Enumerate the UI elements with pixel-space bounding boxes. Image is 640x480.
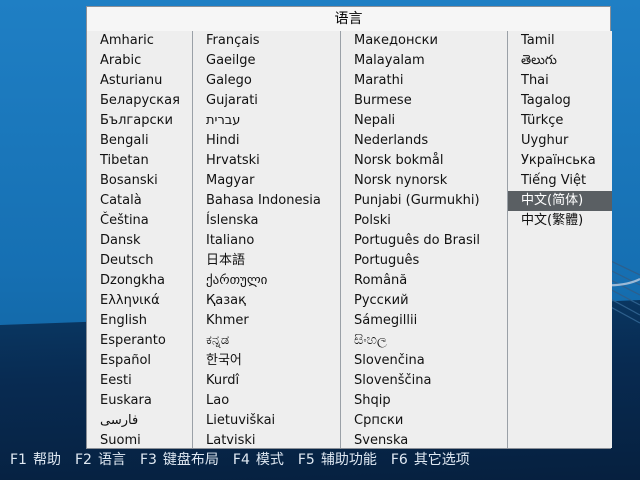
function-key-f4[interactable]: F4 模式 xyxy=(233,452,284,468)
language-item[interactable]: Shqip xyxy=(341,391,507,411)
language-item[interactable]: Khmer xyxy=(193,311,340,331)
language-item[interactable]: Asturianu xyxy=(87,71,192,91)
language-item[interactable]: Italiano xyxy=(193,231,340,251)
language-item[interactable]: Magyar xyxy=(193,171,340,191)
language-item[interactable]: Македонски xyxy=(341,31,507,51)
language-item[interactable]: Hrvatski xyxy=(193,151,340,171)
language-item[interactable]: Norsk bokmål xyxy=(341,151,507,171)
language-item[interactable]: Tiếng Việt xyxy=(508,171,612,191)
language-item[interactable]: Suomi xyxy=(87,431,192,451)
language-item[interactable]: Malayalam xyxy=(341,51,507,71)
language-item[interactable]: Русский xyxy=(341,291,507,311)
language-item[interactable]: Беларуская xyxy=(87,91,192,111)
language-item[interactable]: සිංහල xyxy=(341,331,507,351)
language-item[interactable]: Gaeilge xyxy=(193,51,340,71)
language-item[interactable]: Tibetan xyxy=(87,151,192,171)
language-item[interactable]: Français xyxy=(193,31,340,51)
language-item[interactable]: Galego xyxy=(193,71,340,91)
language-item[interactable]: Slovenčina xyxy=(341,351,507,371)
language-item[interactable]: Español xyxy=(87,351,192,371)
language-item[interactable]: فارسی xyxy=(87,411,192,431)
language-item[interactable]: Lao xyxy=(193,391,340,411)
language-item[interactable]: ქართული xyxy=(193,271,340,291)
language-item[interactable]: Gujarati xyxy=(193,91,340,111)
function-key-f6[interactable]: F6 其它选项 xyxy=(391,452,470,468)
language-item[interactable]: Euskara xyxy=(87,391,192,411)
function-key-f5[interactable]: F5 辅助功能 xyxy=(298,452,377,468)
language-column-2: Français Gaeilge Galego Gujarati עברית Hindi H… xyxy=(193,31,341,448)
function-key-f3[interactable]: F3 键盘布局 xyxy=(140,452,219,468)
language-item[interactable]: עברית xyxy=(193,111,340,131)
language-column-3: Македонски Malayalam Marathi Burmese Nepali N… xyxy=(341,31,508,448)
language-item[interactable]: Deutsch xyxy=(87,251,192,271)
function-key-label: 语言 xyxy=(97,452,126,468)
language-item[interactable]: Български xyxy=(87,111,192,131)
language-item[interactable]: Polski xyxy=(341,211,507,231)
language-item[interactable]: Thai xyxy=(508,71,612,91)
function-key-label: 帮助 xyxy=(32,452,61,468)
language-item[interactable]: Esperanto xyxy=(87,331,192,351)
language-item[interactable]: తెలుగు xyxy=(508,51,612,71)
language-item[interactable]: Čeština xyxy=(87,211,192,231)
language-item[interactable]: Punjabi (Gurmukhi) xyxy=(341,191,507,211)
language-item[interactable]: Português do Brasil xyxy=(341,231,507,251)
function-key-name: F6 xyxy=(390,452,408,468)
language-item[interactable]: Português xyxy=(341,251,507,271)
language-item[interactable]: Nederlands xyxy=(341,131,507,151)
language-item[interactable]: Română xyxy=(341,271,507,291)
function-key-name: F1 xyxy=(10,452,27,468)
language-item[interactable]: Lietuviškai xyxy=(193,411,340,431)
language-item[interactable]: Hindi xyxy=(193,131,340,151)
function-key-name: F3 xyxy=(139,452,157,468)
language-item[interactable]: Sámegillii xyxy=(341,311,507,331)
function-key-label: 其它选项 xyxy=(413,452,470,468)
language-item[interactable]: Bengali xyxy=(87,131,192,151)
language-column-1: Amharic Arabic Asturianu Беларуская Българск… xyxy=(87,31,193,448)
language-item[interactable]: Eesti xyxy=(87,371,192,391)
language-item[interactable]: Nepali xyxy=(341,111,507,131)
language-item[interactable]: Uyghur xyxy=(508,131,612,151)
function-key-name: F4 xyxy=(232,452,250,468)
language-item[interactable]: Kurdî xyxy=(193,371,340,391)
language-item[interactable]: 中文(繁體) xyxy=(508,211,612,231)
language-column-4: Tamil తెలుగు Thai Tagalog Türkçe Uyghur Україн… xyxy=(508,31,612,448)
function-key-f2[interactable]: F2 语言 xyxy=(75,452,126,468)
language-item[interactable]: Arabic xyxy=(87,51,192,71)
function-key-label: 辅助功能 xyxy=(320,452,377,468)
function-key-f1[interactable]: F1 帮助 xyxy=(10,452,61,468)
language-item[interactable]: Dzongkha xyxy=(87,271,192,291)
function-key-label: 模式 xyxy=(255,452,284,468)
language-item[interactable]: Türkçe xyxy=(508,111,612,131)
language-item[interactable]: Bosanski xyxy=(87,171,192,191)
language-item[interactable]: 日本語 xyxy=(193,251,340,271)
language-item[interactable]: Tamil xyxy=(508,31,612,51)
language-item[interactable]: Íslenska xyxy=(193,211,340,231)
language-item[interactable]: Қазақ xyxy=(193,291,340,311)
language-item[interactable]: Svenska xyxy=(341,431,507,451)
language-item[interactable]: Ελληνικά xyxy=(87,291,192,311)
language-dialog: 语言 Amharic Arabic Asturianu Беларуская Бълга… xyxy=(86,6,612,449)
language-item[interactable]: Dansk xyxy=(87,231,192,251)
function-key-name: F5 xyxy=(297,452,315,468)
language-item[interactable]: Tagalog xyxy=(508,91,612,111)
language-item[interactable]: Marathi xyxy=(341,71,507,91)
language-item[interactable]: 한국어 xyxy=(193,351,340,371)
language-item[interactable]: Català xyxy=(87,191,192,211)
language-item[interactable]: Українська xyxy=(508,151,612,171)
language-item[interactable]: Српски xyxy=(341,411,507,431)
dialog-title: 语言 xyxy=(87,7,610,32)
function-key-name: F2 xyxy=(74,452,92,468)
language-item[interactable]: English xyxy=(87,311,192,331)
language-item[interactable]: Slovenščina xyxy=(341,371,507,391)
function-key-bar: F1 帮助 F2 语言 F3 键盘布局 F4 模式 F5 辅助功能 F6 其它选项 xyxy=(10,450,484,470)
language-item[interactable]: Latviski xyxy=(193,431,340,451)
language-item[interactable]: Norsk nynorsk xyxy=(341,171,507,191)
language-item[interactable]: Bahasa Indonesia xyxy=(193,191,340,211)
language-item[interactable]: Amharic xyxy=(87,31,192,51)
function-key-label: 键盘布局 xyxy=(162,452,219,468)
language-item[interactable]: 中文(简体) xyxy=(508,191,612,211)
language-item[interactable]: ಕನ್ನಡ xyxy=(193,331,340,351)
language-item[interactable]: Burmese xyxy=(341,91,507,111)
